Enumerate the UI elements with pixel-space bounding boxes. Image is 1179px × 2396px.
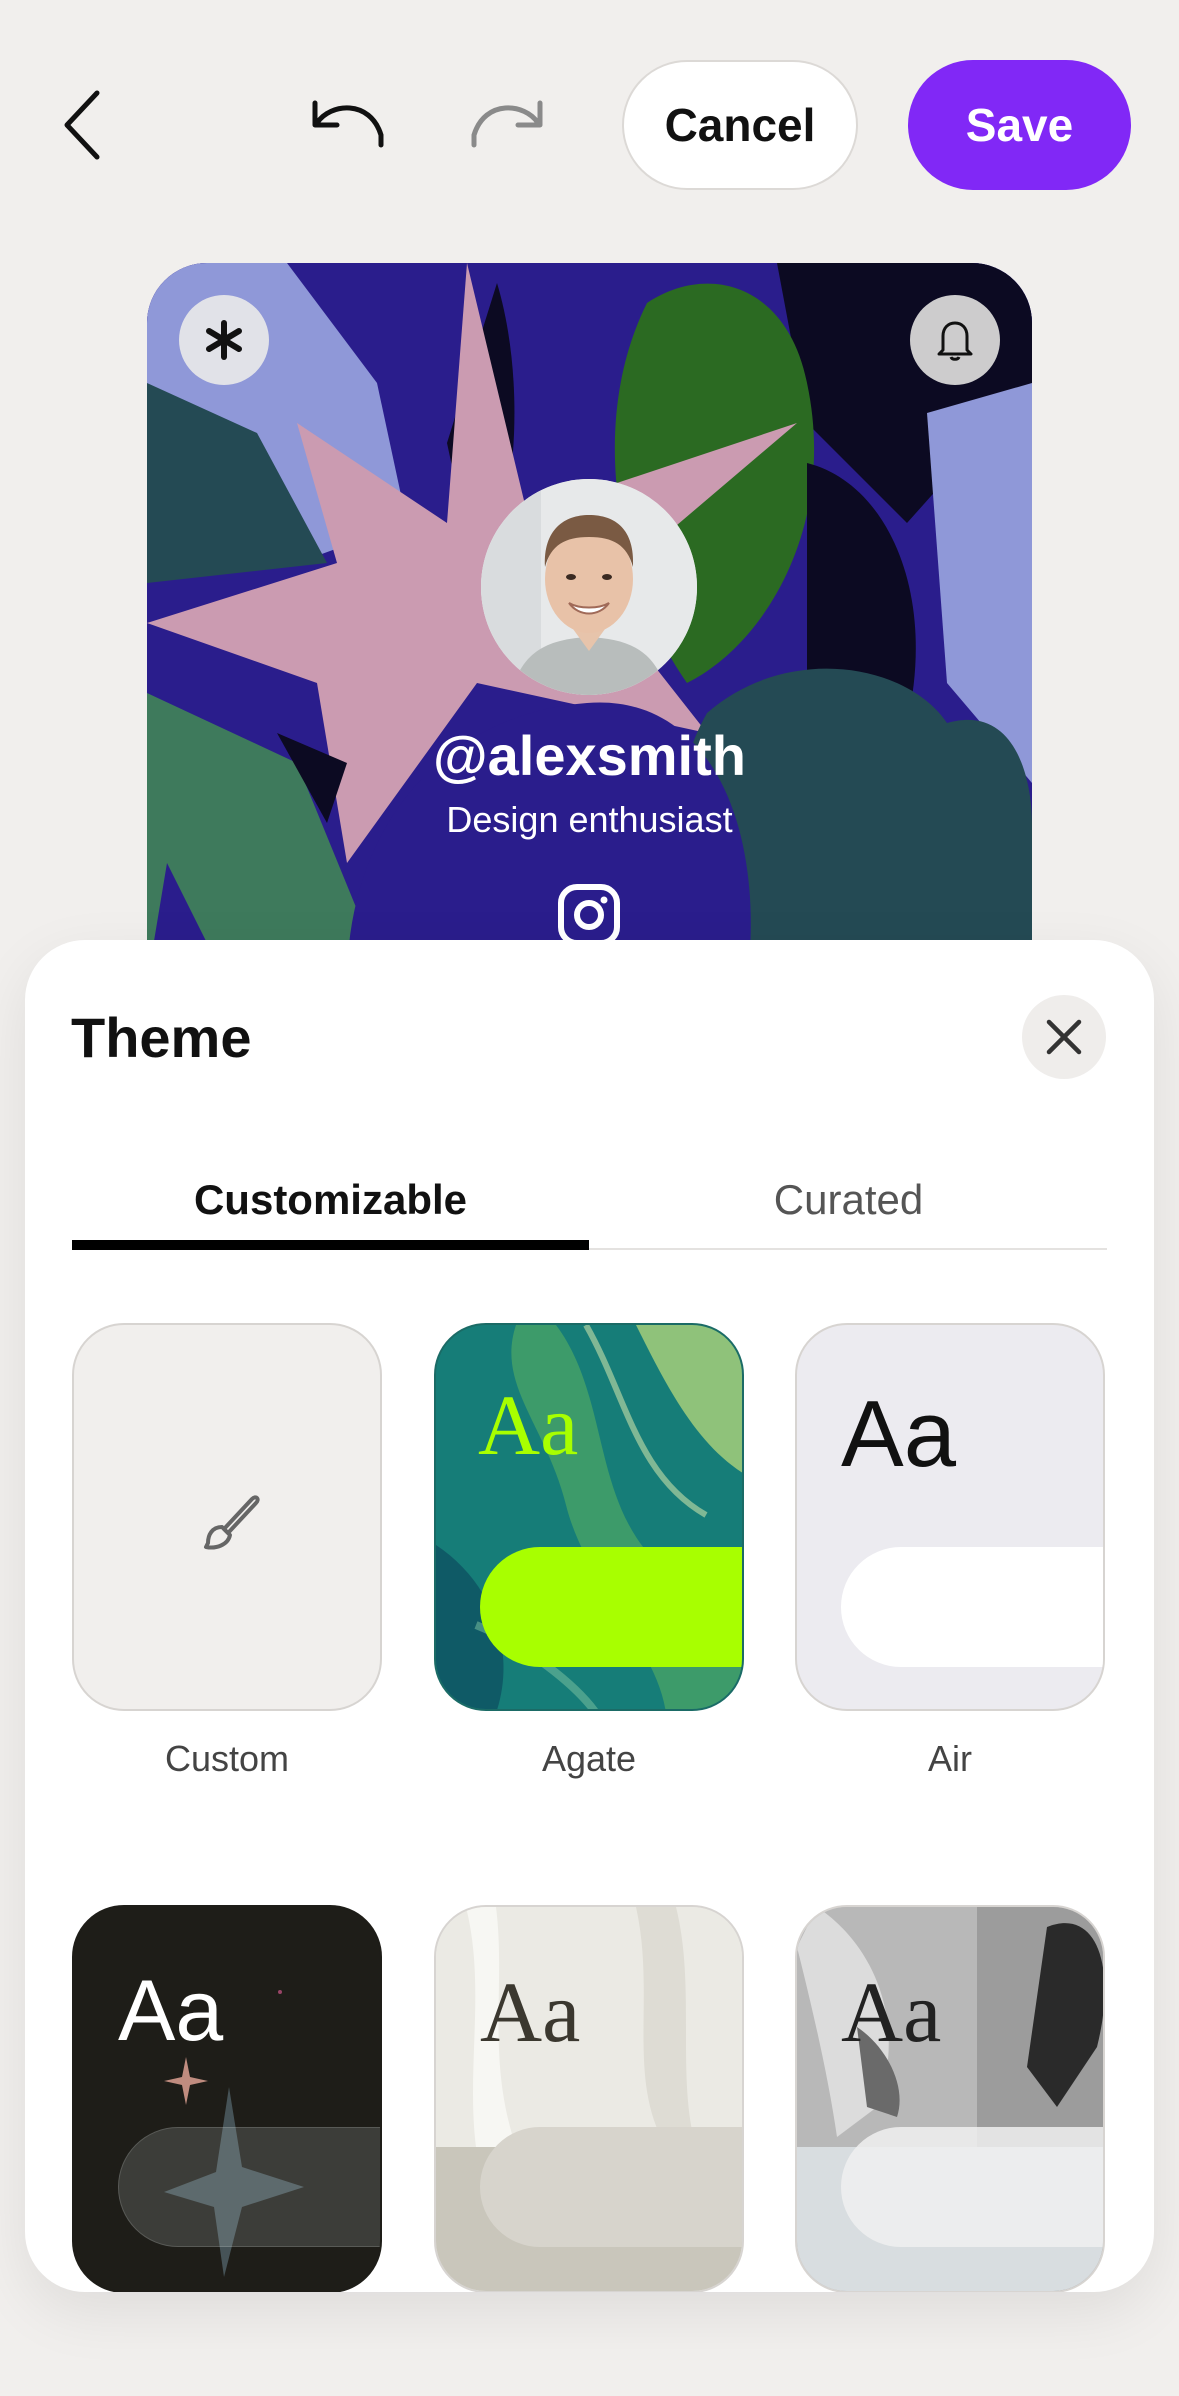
theme-sample-button [480, 2127, 742, 2247]
chevron-left-icon[interactable] [55, 85, 115, 165]
theme-sample-button [841, 2127, 1103, 2247]
theme-sample-text: Aa [841, 1381, 956, 1486]
undo-icon[interactable] [305, 95, 390, 155]
theme-sample-text: Aa [480, 1964, 581, 2060]
tab-curated[interactable]: Curated [590, 1160, 1107, 1250]
theme-tile-custom[interactable] [72, 1323, 382, 1711]
theme-sample-button [480, 1547, 742, 1667]
tab-customizable[interactable]: Customizable [72, 1160, 589, 1250]
theme-label-agate: Agate [541, 1738, 637, 1779]
theme-tile-air[interactable]: Aa [795, 1323, 1105, 1711]
sheet-title: Theme [71, 1006, 252, 1069]
close-icon[interactable] [1022, 995, 1106, 1079]
theme-sample-text: Aa [478, 1377, 579, 1473]
active-tab-indicator [72, 1240, 589, 1250]
instagram-icon[interactable] [557, 883, 621, 947]
theme-label-custom: Custom [164, 1738, 290, 1779]
profile-bio: Design enthusiast [446, 799, 733, 840]
theme-sample-button [841, 1547, 1103, 1667]
save-button[interactable]: Save [908, 60, 1131, 190]
theme-label-air: Air [928, 1738, 972, 1779]
theme-sample-button [118, 2127, 380, 2247]
theme-sample-text: Aa [841, 1964, 942, 2060]
theme-tile-photo[interactable]: Aa [795, 1905, 1105, 2292]
asterisk-logo-icon[interactable] [179, 295, 269, 385]
avatar [481, 479, 697, 695]
paintbrush-icon [194, 1485, 266, 1562]
theme-tile-dark-star[interactable]: Aa [72, 1905, 382, 2292]
top-toolbar: Cancel Save [0, 0, 1179, 250]
theme-tabs: Customizable Curated [72, 1160, 1107, 1250]
redo-icon[interactable] [465, 95, 550, 155]
cancel-button[interactable]: Cancel [622, 60, 858, 190]
profile-handle: @alexsmith [433, 724, 746, 787]
profile-preview: @alexsmith Design enthusiast [147, 263, 1032, 983]
theme-sheet: Theme Customizable Curated Custom Aa Aga… [25, 940, 1154, 2292]
bell-icon[interactable] [910, 295, 1000, 385]
theme-sample-text: Aa [118, 1963, 224, 2059]
theme-tile-linen[interactable]: Aa [434, 1905, 744, 2292]
theme-tile-agate[interactable]: Aa [434, 1323, 744, 1711]
